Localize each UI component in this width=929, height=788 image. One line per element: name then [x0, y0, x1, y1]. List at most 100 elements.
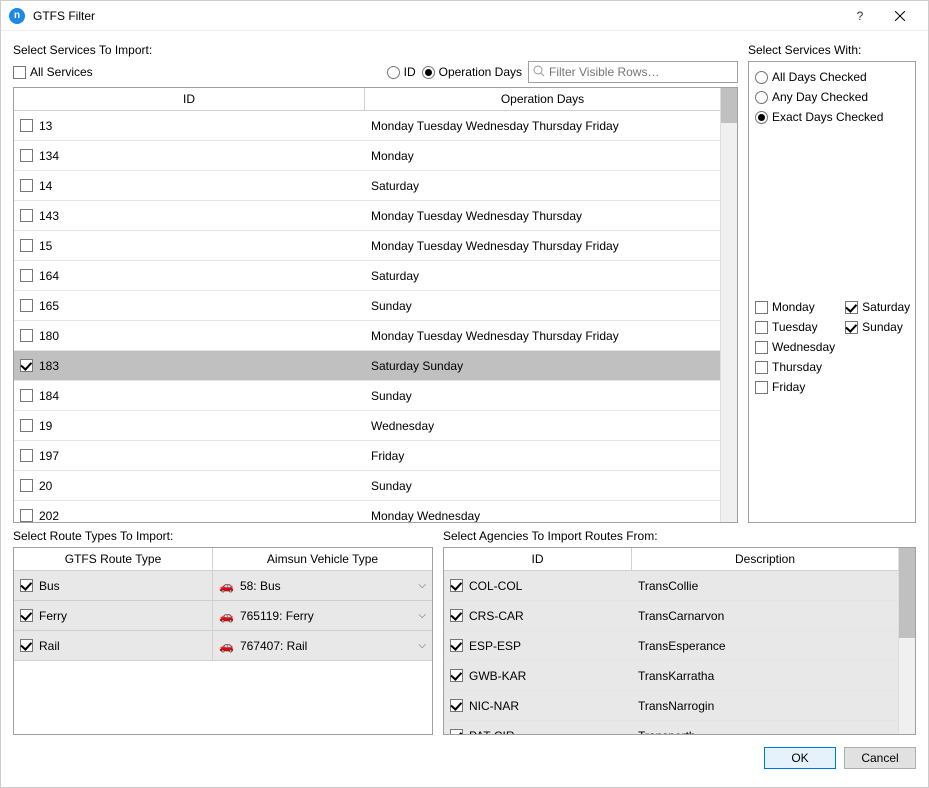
agency-row[interactable]: GWB-KARTransKarratha [444, 661, 898, 691]
day-wednesday[interactable]: Wednesday [755, 340, 835, 354]
row-checkbox[interactable] [20, 179, 33, 192]
row-checkbox[interactable] [20, 449, 33, 462]
search-icon [533, 65, 545, 80]
agency-desc-cell: TransNarrogin [632, 691, 898, 720]
services-header-op[interactable]: Operation Days [365, 88, 720, 110]
service-op-days: Monday Tuesday Wednesday Thursday [365, 205, 720, 227]
row-checkbox[interactable] [20, 119, 33, 132]
vehicle-type-dropdown[interactable]: 🚗58: Bus⌵ [213, 571, 432, 600]
row-checkbox[interactable] [450, 729, 463, 734]
day-sunday[interactable]: Sunday [845, 320, 910, 334]
route-type-cell[interactable]: Ferry [14, 601, 213, 630]
row-checkbox[interactable] [450, 669, 463, 682]
service-row[interactable]: 134Monday [14, 141, 720, 171]
filter-search[interactable] [528, 61, 738, 83]
service-row[interactable]: 13Monday Tuesday Wednesday Thursday Frid… [14, 111, 720, 141]
service-row[interactable]: 165Sunday [14, 291, 720, 321]
agencies-scrollbar[interactable] [898, 548, 915, 734]
day-thursday[interactable]: Thursday [755, 360, 835, 374]
route-type-cell[interactable]: Bus [14, 571, 213, 600]
row-checkbox[interactable] [20, 149, 33, 162]
service-row[interactable]: 197Friday [14, 441, 720, 471]
all-services-checkbox[interactable]: All Services [13, 65, 93, 79]
service-row[interactable]: 15Monday Tuesday Wednesday Thursday Frid… [14, 231, 720, 261]
radio-id[interactable]: ID [387, 65, 416, 79]
row-checkbox[interactable] [20, 509, 33, 522]
route-types-table: GTFS Route Type Aimsun Vehicle Type Bus🚗… [13, 547, 433, 735]
service-id: 183 [39, 359, 59, 373]
service-op-days: Sunday [365, 475, 720, 497]
service-op-days: Wednesday [365, 415, 720, 437]
service-id: 202 [39, 509, 59, 523]
row-checkbox[interactable] [20, 389, 33, 402]
agency-id-cell: GWB-KAR [444, 661, 632, 690]
row-checkbox[interactable] [20, 239, 33, 252]
radio-all-days[interactable]: All Days Checked [755, 70, 909, 84]
service-row[interactable]: 184Sunday [14, 381, 720, 411]
day-saturday[interactable]: Saturday [845, 300, 910, 314]
agency-row[interactable]: CRS-CARTransCarnarvon [444, 601, 898, 631]
services-header-id[interactable]: ID [14, 88, 365, 110]
day-friday[interactable]: Friday [755, 380, 835, 394]
chevron-down-icon: ⌵ [418, 640, 426, 651]
agency-id-cell: COL-COL [444, 571, 632, 600]
service-op-days: Saturday [365, 175, 720, 197]
close-button[interactable] [880, 1, 920, 31]
vehicle-icon: 🚗 [219, 579, 234, 593]
radio-any-day[interactable]: Any Day Checked [755, 90, 909, 104]
agency-row[interactable]: PAT-CIRTransperth [444, 721, 898, 734]
row-checkbox[interactable] [450, 579, 463, 592]
day-tuesday[interactable]: Tuesday [755, 320, 835, 334]
service-row[interactable]: 14 Saturday [14, 171, 720, 201]
row-checkbox[interactable] [20, 269, 33, 282]
route-type-cell[interactable]: Rail [14, 631, 213, 660]
radio-exact-days[interactable]: Exact Days Checked [755, 110, 909, 124]
service-id: 15 [39, 239, 52, 253]
filter-input[interactable] [549, 65, 733, 79]
checkbox-icon [13, 66, 26, 79]
agency-header-desc[interactable]: Description [632, 548, 898, 570]
vehicle-type-dropdown[interactable]: 🚗767407: Rail⌵ [213, 631, 432, 660]
service-id: 197 [39, 449, 59, 463]
service-id: 180 [39, 329, 59, 343]
row-checkbox[interactable] [20, 299, 33, 312]
service-row[interactable]: 20Sunday [14, 471, 720, 501]
row-checkbox[interactable] [20, 419, 33, 432]
row-checkbox[interactable] [20, 639, 33, 652]
cancel-button[interactable]: Cancel [844, 747, 916, 769]
service-id: 14 [39, 179, 52, 193]
agency-header-id[interactable]: ID [444, 548, 632, 570]
row-checkbox[interactable] [450, 639, 463, 652]
service-row[interactable]: 19Wednesday [14, 411, 720, 441]
agency-row[interactable]: COL-COLTransCollie [444, 571, 898, 601]
route-header-type[interactable]: GTFS Route Type [14, 548, 213, 570]
route-header-vehicle[interactable]: Aimsun Vehicle Type [213, 548, 432, 570]
row-checkbox[interactable] [20, 609, 33, 622]
row-checkbox[interactable] [450, 609, 463, 622]
agency-row[interactable]: ESP-ESPTransEsperance [444, 631, 898, 661]
row-checkbox[interactable] [20, 329, 33, 342]
service-op-days: Sunday [365, 385, 720, 407]
service-id: 13 [39, 119, 52, 133]
service-row[interactable]: 183Saturday Sunday [14, 351, 720, 381]
radio-operation-days[interactable]: Operation Days [422, 65, 522, 79]
all-services-label: All Services [30, 65, 93, 79]
ok-button[interactable]: OK [764, 747, 836, 769]
service-row[interactable]: 143Monday Tuesday Wednesday Thursday [14, 201, 720, 231]
agency-row[interactable]: NIC-NARTransNarrogin [444, 691, 898, 721]
services-scrollbar[interactable] [720, 88, 737, 522]
help-button[interactable]: ? [840, 1, 880, 31]
service-row[interactable]: 202 Monday Wednesday [14, 501, 720, 522]
service-op-days: Monday Wednesday [365, 505, 720, 523]
row-checkbox[interactable] [20, 579, 33, 592]
services-label: Select Services To Import: [13, 43, 738, 57]
row-checkbox[interactable] [450, 699, 463, 712]
row-checkbox[interactable] [20, 209, 33, 222]
service-id: 165 [39, 299, 59, 313]
row-checkbox[interactable] [20, 479, 33, 492]
day-monday[interactable]: Monday [755, 300, 835, 314]
service-row[interactable]: 180Monday Tuesday Wednesday Thursday Fri… [14, 321, 720, 351]
row-checkbox[interactable] [20, 359, 33, 372]
vehicle-type-dropdown[interactable]: 🚗765119: Ferry⌵ [213, 601, 432, 630]
service-row[interactable]: 164Saturday [14, 261, 720, 291]
